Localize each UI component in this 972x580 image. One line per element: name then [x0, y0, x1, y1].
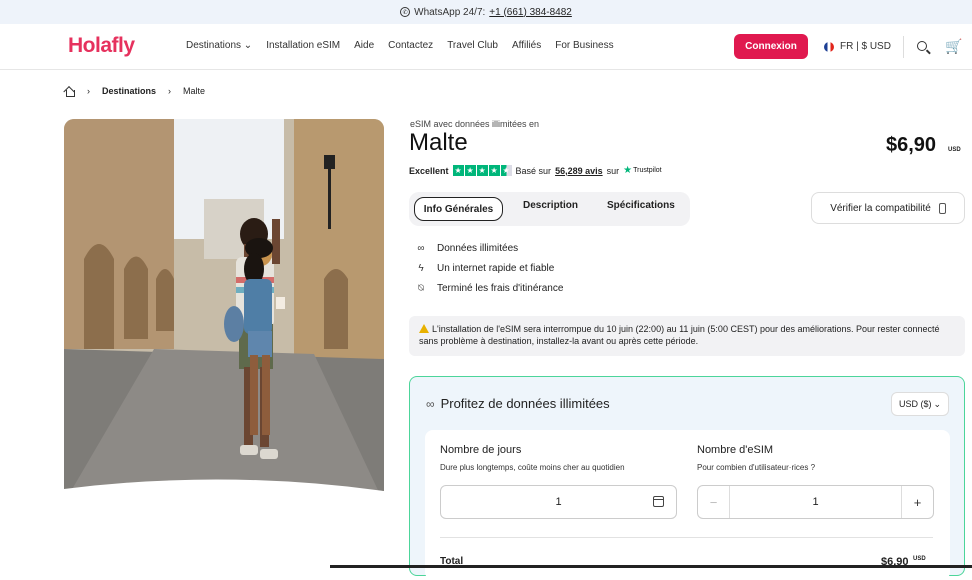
star-icon: ★	[476, 165, 488, 176]
currency-select[interactable]: USD ($) ⌄	[891, 392, 949, 416]
check-compatibility-button[interactable]: Vérifier la compatibilité	[811, 192, 965, 224]
breadcrumb-destinations[interactable]: Destinations	[102, 86, 156, 96]
esim-hint: Pour combien d'utilisateur·rices ?	[697, 463, 816, 472]
nav-menu: Destinations ⌄ Installation eSIM Aide Co…	[186, 40, 614, 51]
tab-description[interactable]: Description	[523, 200, 578, 211]
no-roaming-icon: ⍉	[418, 282, 424, 294]
nav-item-contactez[interactable]: Contactez	[388, 40, 433, 51]
feature-list: ∞ Données illimitées ϟ Un internet rapide …	[415, 238, 563, 298]
language-currency-selector[interactable]: FR | $ USD	[824, 41, 891, 52]
divider	[440, 537, 933, 538]
breadcrumb-separator-icon: ›	[168, 86, 172, 96]
france-flag-icon	[824, 41, 834, 52]
login-button[interactable]: Connexion	[734, 34, 808, 59]
nav-item-destinations[interactable]: Destinations ⌄	[186, 40, 252, 51]
search-icon[interactable]	[917, 41, 927, 51]
warning-icon	[419, 324, 429, 333]
nav-item-affilies[interactable]: Affiliés	[512, 40, 541, 51]
product-price-currency: USD	[948, 147, 961, 153]
breadcrumb-current: Malte	[183, 86, 206, 96]
rating-word: Excellent	[409, 165, 449, 176]
star-icon: ★	[452, 165, 464, 176]
product-tabs: Info Générales Description Spécification…	[409, 192, 690, 226]
infinity-icon: ∞	[426, 396, 435, 411]
tab-specifications[interactable]: Spécifications	[607, 200, 675, 211]
esim-label: Nombre d'eSIM	[697, 444, 774, 456]
rating-stars: ★ ★ ★ ★ ★	[452, 165, 512, 176]
nav-item-installation[interactable]: Installation eSIM	[266, 40, 340, 51]
main-navigation: Holafly Destinations ⌄ Installation eSIM…	[0, 24, 972, 70]
home-icon[interactable]	[64, 86, 75, 97]
days-input[interactable]: 1	[440, 485, 677, 519]
tab-info-generales[interactable]: Info Générales	[414, 197, 503, 221]
days-label: Nombre de jours	[440, 444, 522, 456]
star-icon: ★	[464, 165, 476, 176]
whatsapp-phone-link[interactable]: +1 (661) 384-8482	[489, 7, 572, 18]
star-half-icon: ★	[500, 165, 512, 176]
check-compatibility-label: Vérifier la compatibilité	[830, 202, 931, 214]
whatsapp-icon: ✆	[400, 7, 411, 17]
top-announcement-bar: ✆ WhatsApp 24/7: +1 (661) 384-8482	[0, 0, 972, 24]
trustpilot-rating[interactable]: Excellent ★ ★ ★ ★ ★ Basé sur 56,289 avis sur…	[409, 165, 662, 176]
cart-icon[interactable]: 🛒	[945, 38, 962, 55]
destination-photo	[64, 119, 384, 503]
nav-item-for-business[interactable]: For Business	[555, 40, 613, 51]
product-title: Malte	[409, 129, 468, 156]
star-icon: ★	[488, 165, 500, 176]
rating-based-on: Basé sur	[515, 165, 552, 176]
plan-options-panel: Nombre de jours Dure plus longtemps, coû…	[425, 430, 950, 580]
plan-title: ∞ Profitez de données illimitées	[426, 396, 610, 411]
feature-item: ⍉ Terminé les frais d'itinérance	[415, 278, 563, 298]
increment-button[interactable]: +	[901, 486, 933, 518]
calendar-icon[interactable]	[653, 496, 664, 507]
feature-item: ∞ Données illimitées	[415, 238, 563, 258]
rating-on: sur	[606, 165, 620, 176]
lightning-icon: ϟ	[418, 262, 424, 274]
product-subtitle: eSIM avec données illimitées en	[410, 119, 540, 129]
trustpilot-logo: ★ Trustpilot	[623, 165, 662, 176]
holafly-logo[interactable]: Holafly	[68, 34, 135, 58]
infinity-icon: ∞	[417, 242, 425, 254]
nav-item-aide[interactable]: Aide	[354, 40, 374, 51]
breadcrumb: › Destinations › Malte	[64, 86, 206, 97]
feature-item: ϟ Un internet rapide et fiable	[415, 258, 563, 278]
nav-divider	[903, 36, 904, 58]
plan-configurator: ∞ Profitez de données illimitées USD ($) ⌄…	[409, 376, 965, 580]
rating-reviews-link[interactable]: 56,289 avis	[555, 166, 603, 176]
whatsapp-label: WhatsApp 24/7:	[414, 6, 486, 18]
total-currency: USD	[913, 556, 926, 562]
installation-notice: L'installation de l'eSIM sera interrompu…	[409, 316, 965, 356]
notice-text: L'installation de l'eSIM sera interrompu…	[419, 324, 940, 347]
breadcrumb-separator-icon: ›	[87, 86, 90, 96]
product-price: $6,90	[886, 134, 937, 156]
nav-item-travel-club[interactable]: Travel Club	[447, 40, 498, 51]
language-currency-label: FR | $ USD	[840, 41, 891, 52]
phone-check-icon	[938, 202, 946, 214]
trustpilot-star-icon: ★	[623, 165, 633, 176]
esim-quantity-stepper[interactable]: − 1 +	[697, 485, 934, 519]
chevron-down-icon: ⌄	[933, 398, 942, 409]
days-hint: Dure plus longtemps, coûte moins cher au…	[440, 463, 625, 472]
